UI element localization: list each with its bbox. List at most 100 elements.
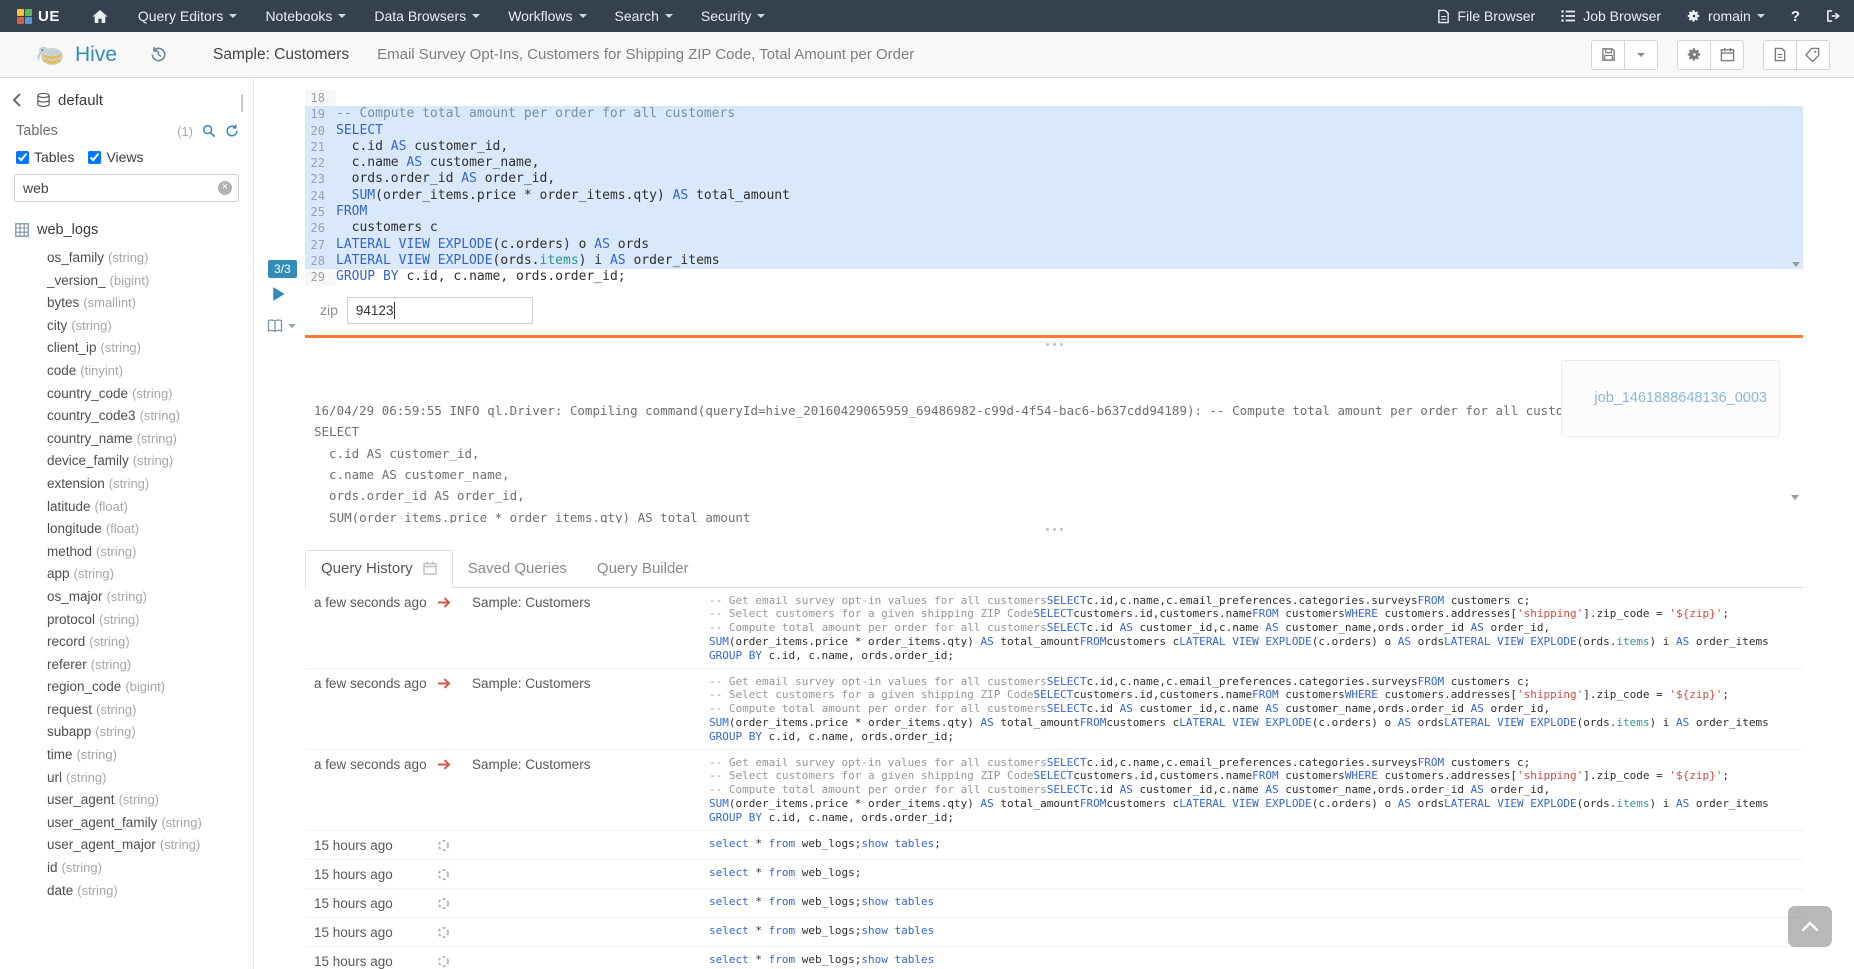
job-link[interactable]: job_1461888648136_0003 [1594,390,1767,406]
sql-token: c.id [1087,621,1120,634]
hue-logo[interactable]: UE [0,0,76,32]
column-item[interactable]: city(string) [0,315,253,338]
table-item[interactable]: web_logs [0,218,253,242]
clear-search-icon[interactable] [218,181,232,195]
help-button[interactable]: ? [1778,0,1813,32]
column-item[interactable]: user_agent(string) [0,789,253,812]
editor-line[interactable]: 18 [305,90,1803,106]
logout-button[interactable] [1813,0,1854,32]
editor-line[interactable]: 25FROM [305,204,1803,220]
column-item[interactable]: user_agent_major(string) [0,834,253,857]
column-item[interactable]: region_code(bigint) [0,676,253,699]
menu-search[interactable]: Search [601,0,687,32]
menu-query-editors[interactable]: Query Editors [124,0,252,32]
menu-notebooks[interactable]: Notebooks [251,0,360,32]
settings-button[interactable] [1677,40,1711,70]
save-options-button[interactable] [1624,40,1658,70]
column-type: (string) [66,770,106,785]
column-item[interactable]: country_code3(string) [0,405,253,428]
editor-line[interactable]: 19-- Compute total amount per order for … [305,106,1803,122]
log-scroll-down-button[interactable] [1791,497,1799,518]
column-item[interactable]: app(string) [0,563,253,586]
assist-docs-button[interactable] [267,319,296,333]
new-document-button[interactable] [1763,40,1797,70]
column-item[interactable]: protocol(string) [0,609,253,632]
views-checkbox-input[interactable] [88,151,101,164]
column-item[interactable]: user_agent_family(string) [0,812,253,835]
query-history-button[interactable] [149,46,167,63]
column-item[interactable]: id(string) [0,857,253,880]
column-item[interactable]: os_major(string) [0,586,253,609]
execute-button[interactable] [272,286,286,302]
column-item[interactable]: longitude(float) [0,518,253,541]
history-row[interactable]: 15 hours agoselect * from web_logs;show … [305,918,1803,947]
editor-scroll-down-button[interactable] [1792,267,1800,283]
column-item[interactable]: code(tinyint) [0,360,253,383]
search-tables-button[interactable] [202,124,216,138]
variable-value-input[interactable] [347,297,533,324]
user-menu[interactable]: romain [1674,0,1778,32]
tables-checkbox-input[interactable] [16,151,29,164]
home-button[interactable] [76,0,124,32]
editor-line[interactable]: 24 SUM(order_items.price * order_items.q… [305,188,1803,204]
column-item[interactable]: method(string) [0,541,253,564]
history-row[interactable]: 15 hours agoselect * from web_logs; [305,860,1803,889]
column-item[interactable]: _version_(bigint) [0,270,253,293]
editor-line[interactable]: 22 c.name AS customer_name, [305,155,1803,171]
column-item[interactable]: record(string) [0,631,253,654]
database-name[interactable]: default [58,92,103,109]
scroll-to-top-button[interactable] [1788,906,1832,947]
filter-views-checkbox[interactable]: Views [88,149,143,165]
resize-handle[interactable] [254,338,1854,351]
column-item[interactable]: time(string) [0,744,253,767]
menu-security[interactable]: Security [687,0,780,32]
column-item[interactable]: device_family(string) [0,450,253,473]
column-item[interactable]: country_name(string) [0,428,253,451]
column-item[interactable]: os_family(string) [0,247,253,270]
back-button[interactable] [12,88,28,112]
file-browser-link[interactable]: File Browser [1424,0,1548,32]
history-row[interactable]: a few seconds agoSample: Customers-- Get… [305,750,1803,831]
column-item[interactable]: referer(string) [0,654,253,677]
tags-button[interactable] [1796,40,1830,70]
clear-history-icon[interactable] [423,561,437,575]
editor-line[interactable]: 27LATERAL VIEW EXPLODE(c.orders) o AS or… [305,237,1803,253]
bottom-tabs: Query HistorySaved QueriesQuery Builder [305,548,1803,588]
menu-workflows[interactable]: Workflows [494,0,600,32]
column-item[interactable]: extension(string) [0,473,253,496]
resize-handle[interactable] [254,523,1854,536]
schedule-button[interactable] [1710,40,1744,70]
column-item[interactable]: bytes(smallint) [0,292,253,315]
editor-line[interactable]: 21 c.id AS customer_id, [305,139,1803,155]
tab-query-history[interactable]: Query History [305,550,453,588]
app-name[interactable]: Hive [75,43,117,67]
tab-query-builder[interactable]: Query Builder [582,551,704,587]
editor-line[interactable]: 28LATERAL VIEW EXPLODE(ords.items) i AS … [305,253,1803,269]
editor-line[interactable]: 26 customers c [305,220,1803,236]
history-row[interactable]: a few seconds agoSample: Customers-- Get… [305,669,1803,750]
collapse-assist-button[interactable] [241,94,243,110]
menu-data-browsers[interactable]: Data Browsers [360,0,494,32]
history-row[interactable]: 15 hours agoselect * from web_logs;show … [305,889,1803,918]
column-item[interactable]: url(string) [0,767,253,790]
filter-tables-checkbox[interactable]: Tables [16,149,74,165]
chevron-down-icon [1792,262,1800,283]
job-browser-link[interactable]: Job Browser [1548,0,1674,32]
column-item[interactable]: subapp(string) [0,721,253,744]
column-item[interactable]: latitude(float) [0,496,253,519]
column-item[interactable]: country_code(string) [0,383,253,406]
column-item[interactable]: client_ip(string) [0,337,253,360]
tab-saved-queries[interactable]: Saved Queries [453,551,582,587]
save-button[interactable] [1591,40,1625,70]
history-row[interactable]: a few seconds agoSample: Customers-- Get… [305,588,1803,669]
refresh-tables-button[interactable] [225,124,239,138]
editor-line[interactable]: 29GROUP BY c.id, c.name, ords.order_id; [305,269,1803,285]
column-item[interactable]: request(string) [0,699,253,722]
table-search-input[interactable] [14,174,239,202]
editor-line[interactable]: 20SELECT [305,123,1803,139]
code-editor[interactable]: 1819-- Compute total amount per order fo… [305,90,1803,286]
editor-line[interactable]: 23 ords.order_id AS order_id, [305,171,1803,187]
history-row[interactable]: 15 hours agoselect * from web_logs;show … [305,947,1803,969]
history-row[interactable]: 15 hours agoselect * from web_logs;show … [305,831,1803,860]
column-item[interactable]: date(string) [0,880,253,903]
